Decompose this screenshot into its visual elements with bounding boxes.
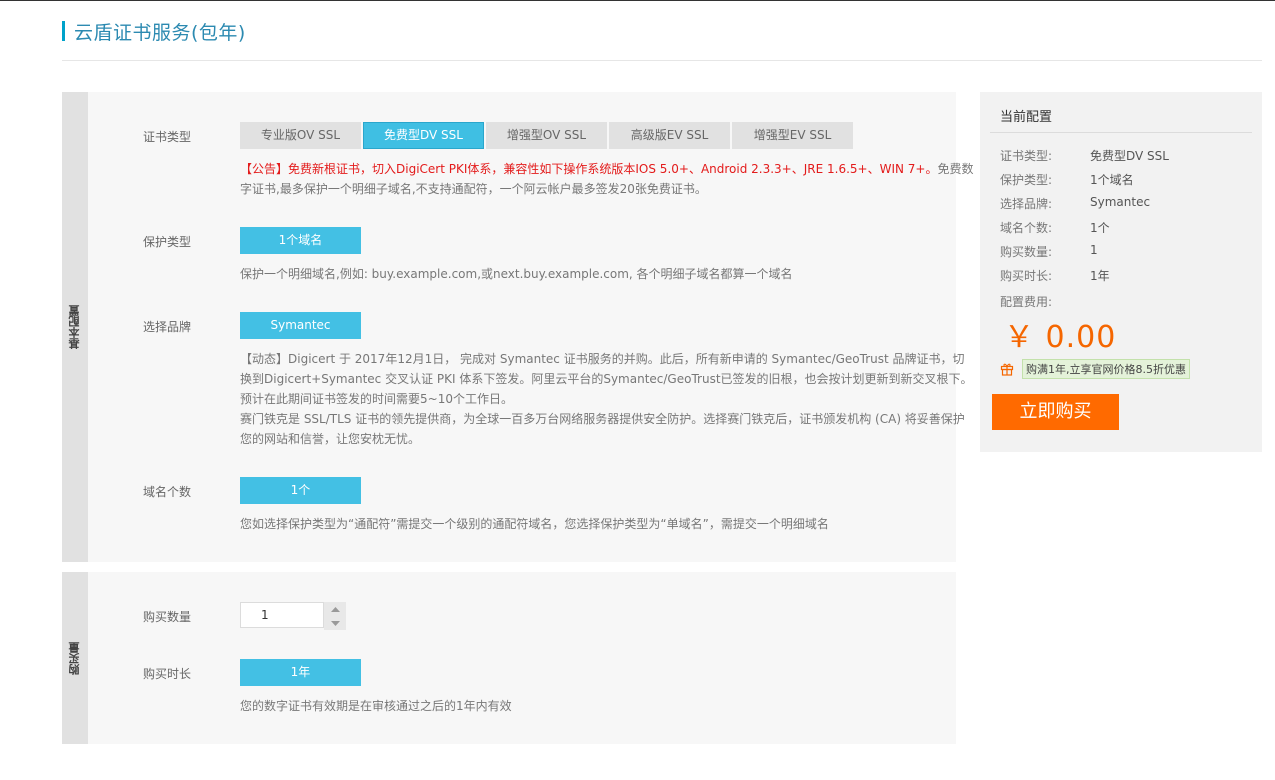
tab-enhanced-ov-ssl[interactable]: 增强型OV SSL bbox=[486, 122, 607, 149]
price-value: ￥ 0.00 bbox=[1004, 320, 1117, 355]
summary-value-duration: 1年 bbox=[1090, 269, 1110, 283]
brand-description: 【动态】Digicert 于 2017年12月1日， 完成对 Symantec … bbox=[240, 349, 975, 449]
caret-down-icon bbox=[330, 620, 340, 626]
header-divider bbox=[62, 60, 1262, 61]
domain-count-label: 域名个数 bbox=[143, 485, 192, 499]
summary-key-protect-type: 保护类型: bbox=[1000, 173, 1053, 187]
summary-key-quantity: 购买数量: bbox=[1000, 245, 1053, 259]
brand-intro: 赛门铁克是 SSL/TLS 证书的领先提供商，为全球一百多万台网络服务器提供安全… bbox=[240, 412, 965, 446]
cert-type-label: 证书类型 bbox=[143, 130, 192, 144]
domain-count-option[interactable]: 1个 bbox=[240, 477, 361, 504]
quantity-stepper: 1 bbox=[240, 602, 346, 630]
current-config-panel: 当前配置 证书类型: 免费型DV SSL 保护类型: 1个域名 选择品牌: Sy… bbox=[980, 92, 1262, 452]
summary-value-domain-count: 1个 bbox=[1090, 221, 1110, 235]
brand-news: 【动态】Digicert 于 2017年12月1日， 完成对 Symantec … bbox=[240, 352, 973, 406]
brand-label: 选择品牌 bbox=[143, 320, 192, 334]
protect-type-description: 保护一个明细域名,例如: buy.example.com,或next.buy.e… bbox=[240, 267, 793, 281]
page-title: 云盾证书服务(包年) bbox=[74, 21, 246, 44]
domain-count-description: 您如选择保护类型为“通配符”需提交一个级别的通配符域名，您选择保护类型为“单域名… bbox=[240, 517, 829, 531]
title-accent-bar bbox=[62, 21, 65, 41]
panel-title: 当前配置 bbox=[1000, 110, 1053, 125]
summary-value-brand: Symantec bbox=[1090, 195, 1151, 209]
increment-button[interactable] bbox=[324, 602, 346, 616]
basic-config-section: 基本配置 证书类型 专业版OV SSL 免费型DV SSL 增强型OV SSL … bbox=[62, 92, 974, 562]
cert-type-description: 【公告】免费新根证书，切入DigiCert PKI体系，兼容性如下操作系统版本I… bbox=[240, 159, 975, 199]
basic-config-label-text: 基本配置 bbox=[68, 305, 81, 349]
promo-row: 购满1年,立享官网价格8.5折优惠 bbox=[1000, 359, 1190, 379]
tab-enhanced-ev-ssl[interactable]: 增强型EV SSL bbox=[732, 122, 853, 149]
purchase-label: 购买量 bbox=[62, 572, 88, 744]
gift-icon bbox=[1000, 363, 1014, 376]
brand-option[interactable]: Symantec bbox=[240, 312, 361, 339]
duration-option[interactable]: 1年 bbox=[240, 659, 361, 686]
tab-advanced-ev-ssl[interactable]: 高级版EV SSL bbox=[609, 122, 730, 149]
summary-key-duration: 购买时长: bbox=[1000, 269, 1053, 283]
summary-key-brand: 选择品牌: bbox=[1000, 197, 1053, 211]
summary-value-quantity: 1 bbox=[1090, 243, 1098, 257]
quantity-label: 购买数量 bbox=[143, 610, 192, 624]
top-border bbox=[0, 0, 1275, 1]
purchase-label-text: 购买量 bbox=[68, 641, 81, 675]
cert-notice: 【公告】免费新根证书，切入DigiCert PKI体系，兼容性如下操作系统版本I… bbox=[240, 162, 938, 176]
tab-free-dv-ssl[interactable]: 免费型DV SSL bbox=[363, 122, 484, 149]
cert-type-tabs: 专业版OV SSL 免费型DV SSL 增强型OV SSL 高级版EV SSL … bbox=[240, 122, 855, 149]
basic-config-body: 证书类型 专业版OV SSL 免费型DV SSL 增强型OV SSL 高级版EV… bbox=[88, 92, 974, 562]
summary-key-domain-count: 域名个数: bbox=[1000, 221, 1053, 235]
duration-description: 您的数字证书有效期是在审核通过之后的1年内有效 bbox=[240, 699, 512, 713]
quantity-input[interactable]: 1 bbox=[240, 602, 324, 628]
decrement-button[interactable] bbox=[324, 616, 346, 630]
purchase-body: 购买数量 1 购买时长 1年 您的数字证书有效期是在审核通过之后的1年内有效 bbox=[88, 572, 956, 744]
tab-pro-ov-ssl[interactable]: 专业版OV SSL bbox=[240, 122, 361, 149]
quantity-arrows bbox=[324, 602, 346, 630]
basic-config-label: 基本配置 bbox=[62, 92, 88, 562]
promo-tag: 购满1年,立享官网价格8.5折优惠 bbox=[1022, 359, 1190, 379]
duration-label: 购买时长 bbox=[143, 667, 192, 681]
protect-type-label: 保护类型 bbox=[143, 235, 192, 249]
fee-label: 配置费用: bbox=[1000, 295, 1053, 309]
summary-value-cert-type: 免费型DV SSL bbox=[1090, 149, 1169, 163]
purchase-section: 购买量 购买数量 1 购买时长 1年 您的数字证书有效期是在审核通过之后的1年内… bbox=[62, 572, 956, 744]
panel-divider bbox=[990, 132, 1252, 133]
page-header: 云盾证书服务(包年) bbox=[62, 20, 246, 44]
caret-up-icon bbox=[330, 606, 340, 612]
buy-now-button[interactable]: 立即购买 bbox=[992, 394, 1119, 430]
protect-type-option[interactable]: 1个域名 bbox=[240, 227, 361, 254]
summary-value-protect-type: 1个域名 bbox=[1090, 173, 1134, 187]
summary-key-cert-type: 证书类型: bbox=[1000, 149, 1053, 163]
